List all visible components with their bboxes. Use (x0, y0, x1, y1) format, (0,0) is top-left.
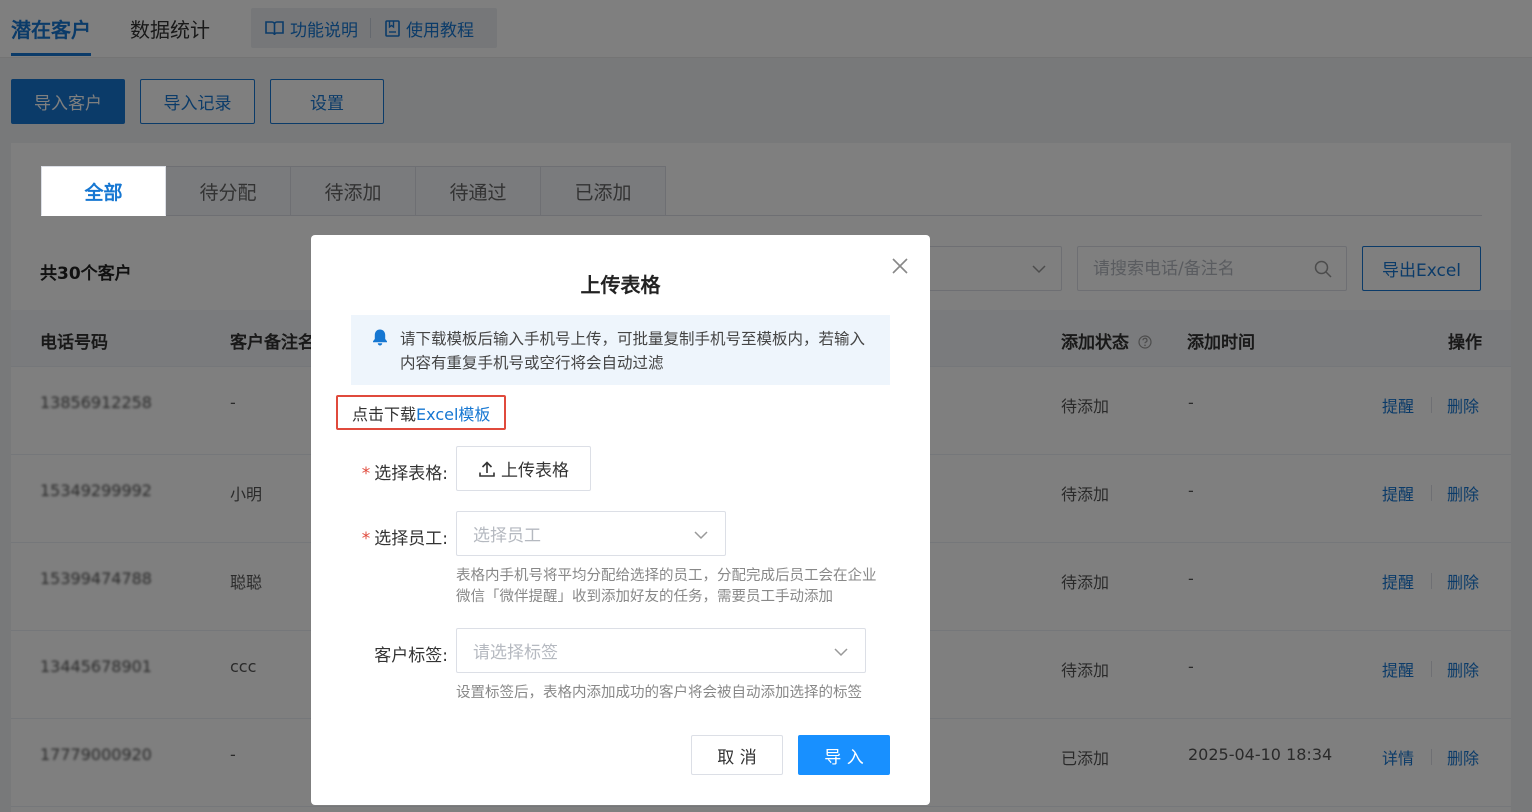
notice-box: 请下载模板后输入手机号上传，可批量复制手机号至模板内，若输入内容有重复手机号或空… (351, 315, 890, 385)
upload-file-button[interactable]: 上传表格 (456, 446, 591, 491)
staff-label-text: 选择员工: (374, 529, 448, 549)
chevron-down-icon (834, 648, 848, 657)
tab-all[interactable]: 全部 (41, 166, 166, 216)
dialog-title: 上传表格 (580, 273, 661, 297)
upload-icon (479, 460, 495, 477)
tag-field-label: 客户标签: (374, 646, 448, 666)
download-template-link[interactable]: Excel模板 (416, 401, 490, 425)
bell-icon (373, 329, 387, 346)
cancel-button[interactable]: 取 消 (691, 735, 783, 775)
required-mark: * (361, 464, 371, 484)
notice-text: 请下载模板后输入手机号上传，可批量复制手机号至模板内，若输入内容有重复手机号或空… (400, 330, 866, 372)
tag-select[interactable]: 请选择标签 (456, 628, 866, 673)
staff-field-label: * 选择员工: (318, 524, 448, 549)
staff-select[interactable]: 选择员工 (456, 511, 726, 556)
chevron-down-icon (694, 531, 708, 540)
required-mark: * (361, 529, 371, 549)
upload-button-label: 上传表格 (501, 461, 569, 481)
close-icon[interactable] (889, 255, 911, 277)
tag-hint: 设置标签后，表格内添加成功的客户将会被自动添加选择的标签 (456, 685, 862, 701)
file-field-label: * 选择表格: (318, 459, 448, 484)
upload-dialog: 上传表格 请下载模板后输入手机号上传，可批量复制手机号至模板内，若输入内容有重复… (311, 235, 930, 805)
import-button[interactable]: 导 入 (798, 735, 890, 775)
file-label-text: 选择表格: (374, 464, 448, 484)
tag-select-placeholder: 请选择标签 (473, 643, 558, 663)
download-prefix: 点击下载 (352, 404, 417, 424)
download-template-row: 点击下载 Excel模板 (336, 395, 506, 430)
staff-hint: 表格内手机号将平均分配给选择的员工，分配完成后员工会在企业微信「微伴提醒」收到添… (456, 568, 877, 605)
staff-select-placeholder: 选择员工 (473, 526, 541, 546)
